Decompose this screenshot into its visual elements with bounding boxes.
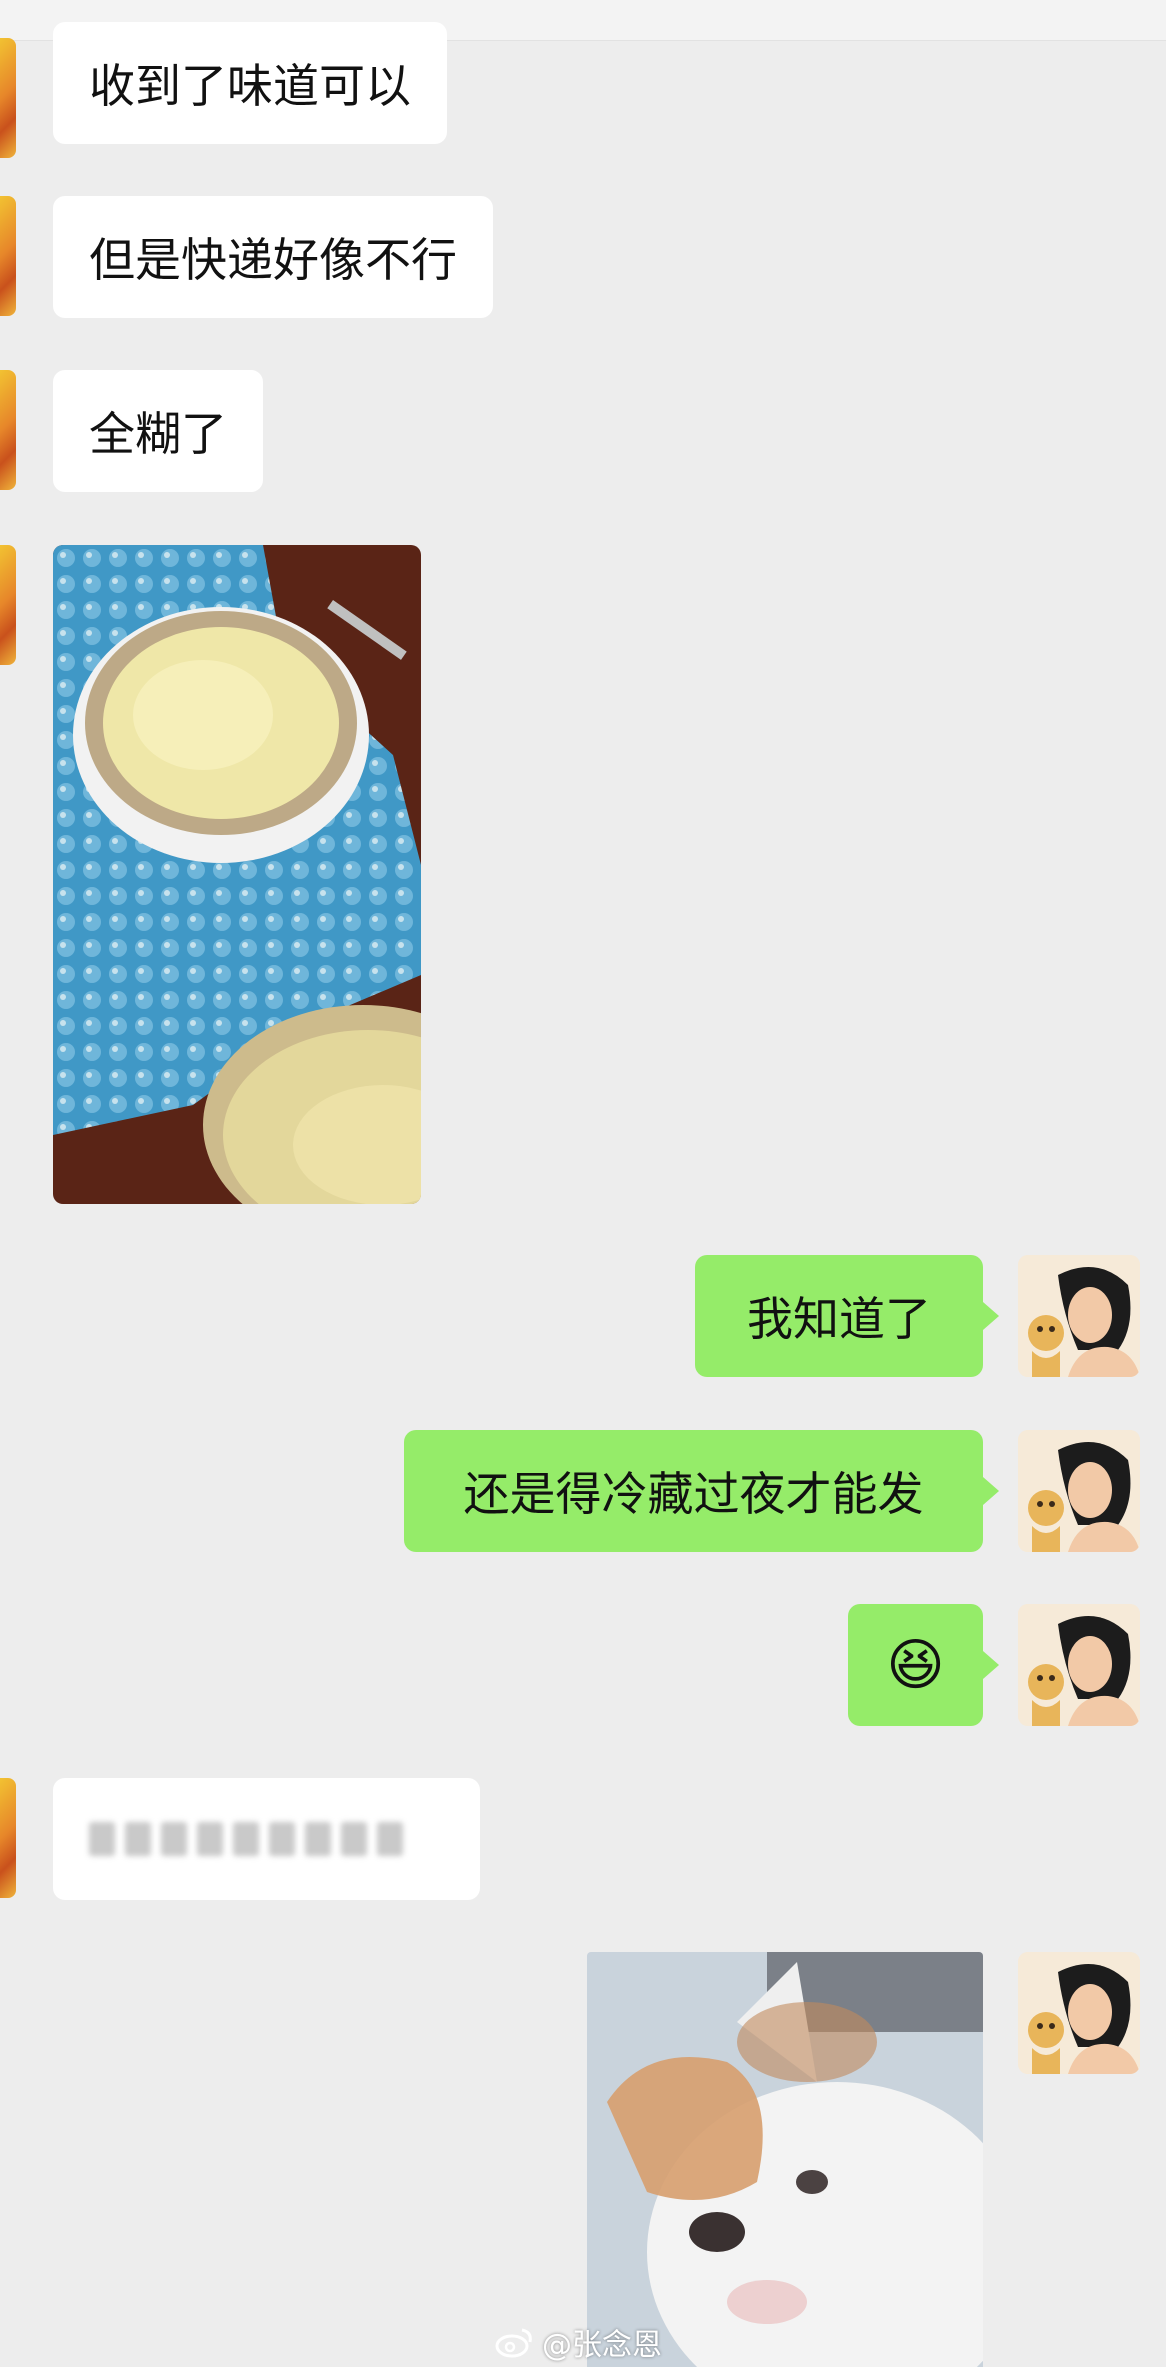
incoming-message-bubble[interactable]: 但是快递好像不行 bbox=[53, 196, 493, 318]
outgoing-message-bubble[interactable]: 还是得冷藏过夜才能发 bbox=[404, 1430, 983, 1552]
anime-portrait-avatar-icon bbox=[1018, 1430, 1140, 1552]
message-text: 收到了味道可以 bbox=[89, 59, 411, 113]
anime-portrait-avatar-icon bbox=[1018, 1255, 1140, 1377]
outgoing-emoji-bubble[interactable]: 😆 bbox=[848, 1604, 983, 1726]
anime-portrait-avatar-icon bbox=[1018, 1604, 1140, 1726]
my-avatar[interactable] bbox=[1018, 1604, 1140, 1726]
incoming-message-bubble[interactable]: 收到了味道可以 bbox=[53, 22, 447, 144]
weibo-watermark: @张念恩 bbox=[494, 2320, 662, 2364]
bubble-tail bbox=[983, 1302, 999, 1330]
message-text: 还是得冷藏过夜才能发 bbox=[463, 1467, 924, 1521]
sender-avatar[interactable] bbox=[0, 38, 16, 158]
blurred-message-text bbox=[89, 1822, 403, 1856]
sender-avatar[interactable] bbox=[0, 370, 16, 490]
sender-avatar[interactable] bbox=[0, 196, 16, 316]
sender-avatar[interactable] bbox=[0, 1778, 16, 1898]
message-text: 全糊了 bbox=[89, 407, 227, 461]
watermark-handle: @张念恩 bbox=[542, 2328, 662, 2363]
photo-durian-cake-tin bbox=[53, 545, 421, 1204]
incoming-message-bubble[interactable]: 全糊了 bbox=[53, 370, 263, 492]
my-avatar[interactable] bbox=[1018, 1430, 1140, 1552]
cat-photo bbox=[587, 1952, 983, 2367]
my-avatar[interactable] bbox=[1018, 1255, 1140, 1377]
laughing-emoji-icon: 😆 bbox=[886, 1632, 945, 1698]
my-avatar[interactable] bbox=[1018, 1952, 1140, 2074]
anime-portrait-avatar-icon bbox=[1018, 1952, 1140, 2074]
outgoing-message-bubble[interactable]: 我知道了 bbox=[695, 1255, 983, 1377]
incoming-message-bubble-redacted[interactable] bbox=[53, 1778, 480, 1900]
bubble-tail bbox=[983, 1651, 999, 1679]
message-text: 我知道了 bbox=[747, 1292, 931, 1346]
message-text: 但是快递好像不行 bbox=[89, 233, 457, 287]
sender-avatar[interactable] bbox=[0, 545, 16, 665]
weibo-icon bbox=[495, 2328, 532, 2358]
bubble-tail bbox=[983, 1477, 999, 1505]
outgoing-cat-sticker[interactable] bbox=[587, 1952, 983, 2367]
incoming-photo-message[interactable] bbox=[53, 545, 421, 1204]
